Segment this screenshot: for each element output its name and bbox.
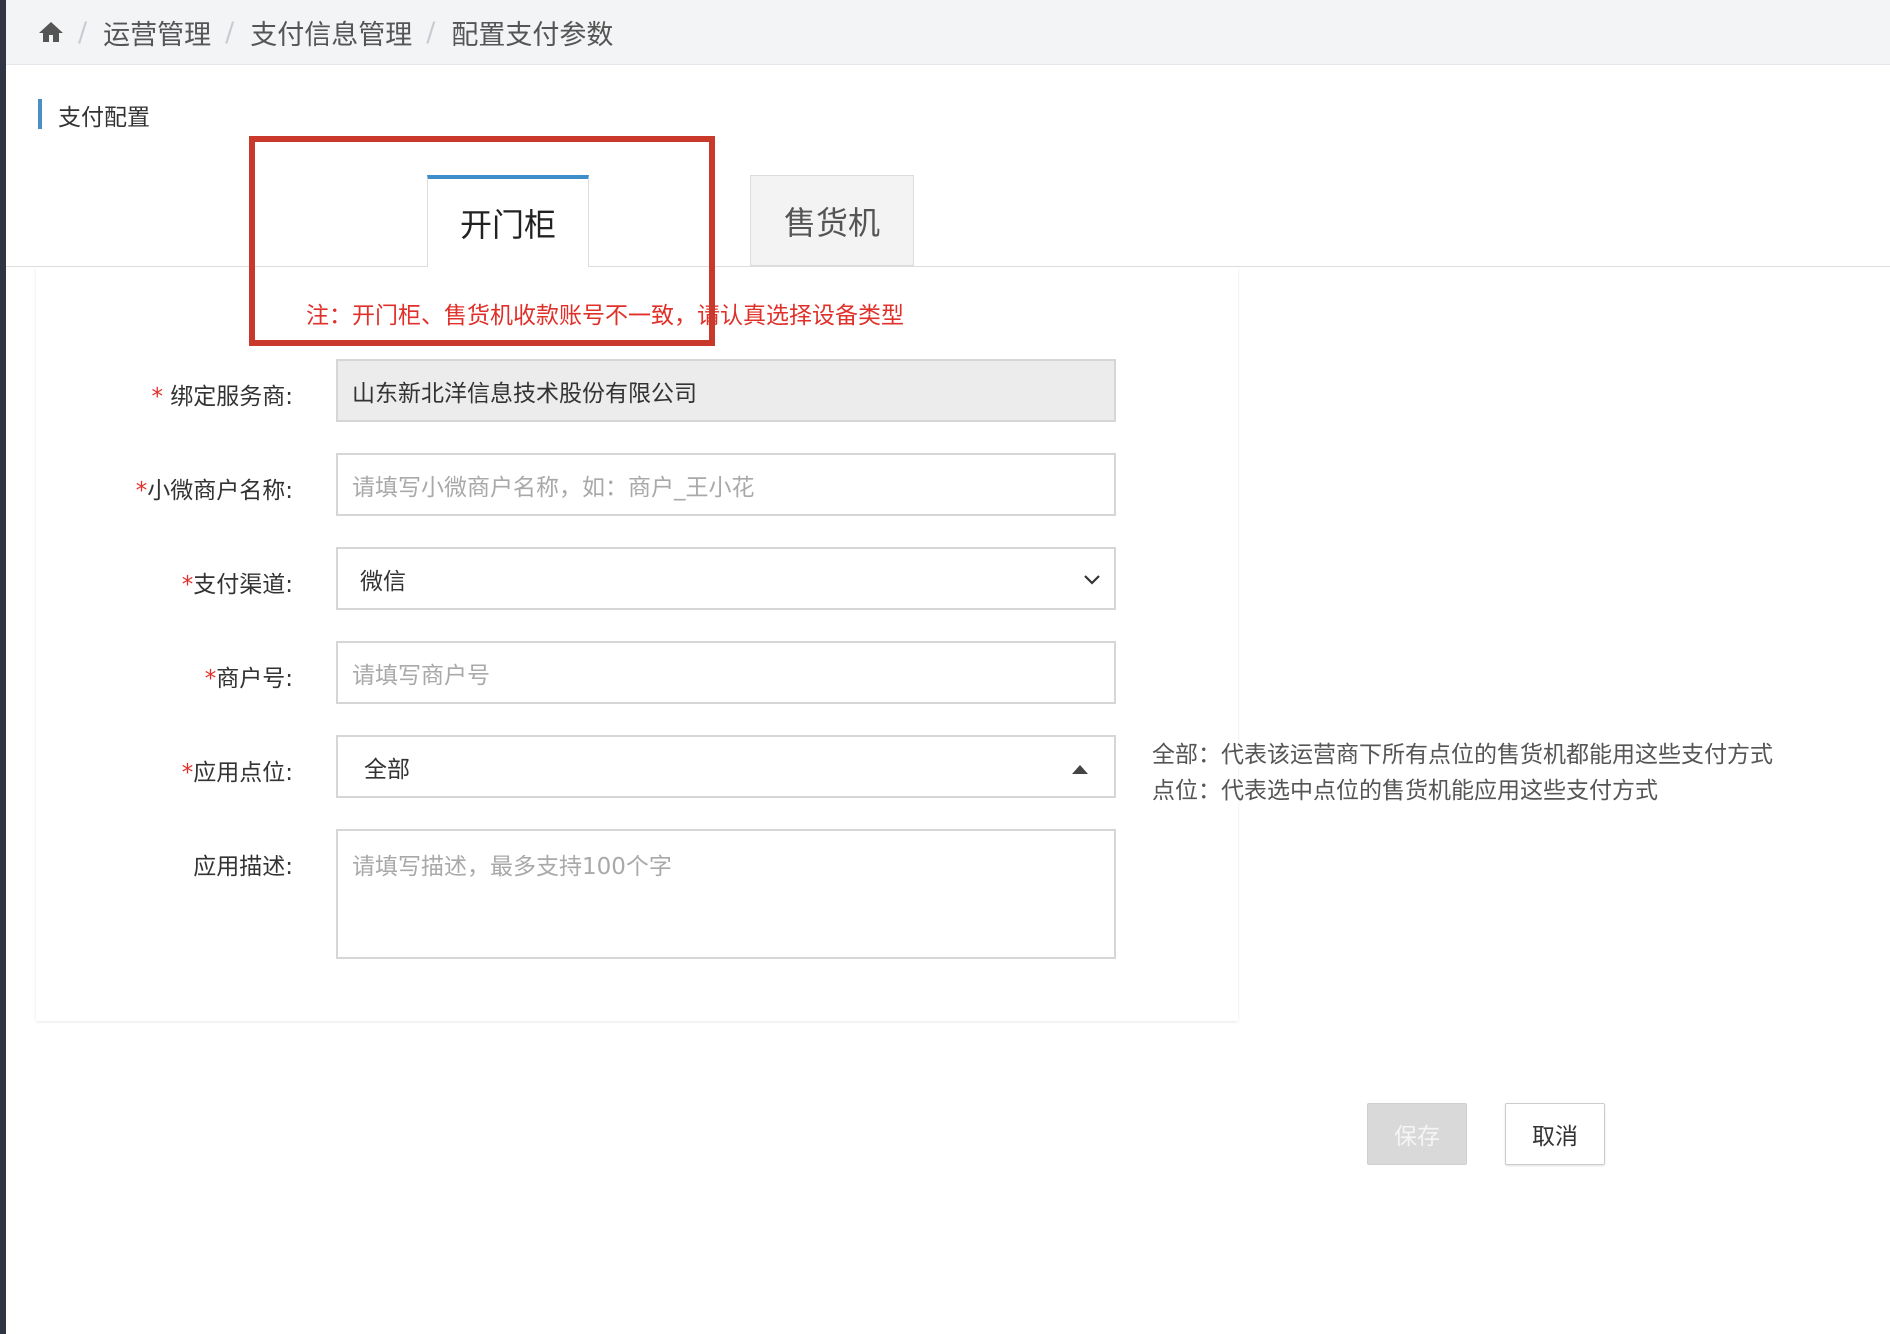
breadcrumb-item-operations[interactable]: 运营管理 <box>103 13 211 52</box>
cancel-button[interactable]: 取消 <box>1505 1103 1605 1165</box>
merchant-no-label-text: 商户号: <box>216 666 293 692</box>
caret-up-icon <box>1072 765 1088 774</box>
pay-channel-label: *支付渠道: <box>182 565 293 599</box>
save-button[interactable]: 保存 <box>1367 1103 1467 1165</box>
breadcrumb-item-config-params: 配置支付参数 <box>451 19 614 51</box>
apply-point-label-text: 应用点位: <box>193 760 293 786</box>
pay-channel-label-text: 支付渠道: <box>193 572 293 598</box>
pay-channel-select[interactable]: 微信 <box>336 547 1116 610</box>
apply-point-value: 全部 <box>364 756 410 783</box>
breadcrumb-separator: / <box>426 16 436 48</box>
apply-point-hint-point: 点位：代表选中点位的售货机能应用这些支付方式 <box>1152 778 1658 804</box>
merchant-name-input[interactable]: 请填写小微商户名称，如：商户_王小花 <box>336 453 1116 516</box>
apply-point-hint-all: 全部：代表该运营商下所有点位的售货机都能用这些支付方式 <box>1152 742 1773 768</box>
breadcrumb-item-payment-info[interactable]: 支付信息管理 <box>250 13 412 52</box>
description-textarea[interactable]: 请填写描述，最多支持100个字 <box>336 829 1116 959</box>
window-left-edge <box>0 0 6 1334</box>
description-placeholder: 请填写描述，最多支持100个字 <box>352 854 672 880</box>
breadcrumb-separator: / <box>78 16 88 48</box>
service-provider-label: * 绑定服务商: <box>151 377 293 411</box>
merchant-no-input[interactable]: 请填写商户号 <box>336 641 1116 704</box>
merchant-no-label: *商户号: <box>205 659 293 693</box>
merchant-name-label-text: 小微商户名称: <box>147 478 293 504</box>
merchant-name-label: *小微商户名称: <box>136 471 293 505</box>
breadcrumb-separator: / <box>225 16 235 48</box>
apply-point-select[interactable]: 全部 <box>336 735 1116 798</box>
breadcrumb: / 运营管理 / 支付信息管理 / 配置支付参数 <box>6 0 1890 65</box>
highlight-box <box>249 136 715 346</box>
section-accent-bar <box>38 99 42 129</box>
service-provider-label-text: 绑定服务商: <box>170 384 293 410</box>
pay-channel-value: 微信 <box>360 568 406 595</box>
merchant-no-placeholder: 请填写商户号 <box>352 662 490 689</box>
chevron-down-icon <box>1084 575 1100 585</box>
service-provider-field: 山东新北洋信息技术股份有限公司 <box>336 359 1116 422</box>
required-mark: * <box>204 666 217 692</box>
required-mark: * <box>181 760 194 786</box>
required-mark: * <box>181 572 194 598</box>
required-mark: * <box>135 478 148 504</box>
home-icon[interactable] <box>38 20 64 44</box>
description-label: 应用描述: <box>193 854 293 880</box>
apply-point-label: *应用点位: <box>182 753 293 787</box>
service-provider-value: 山东新北洋信息技术股份有限公司 <box>352 380 697 407</box>
merchant-name-placeholder: 请填写小微商户名称，如：商户_王小花 <box>352 474 755 501</box>
section-title: 支付配置 <box>58 105 150 131</box>
required-mark: * <box>151 384 163 410</box>
tab-vending-machine[interactable]: 售货机 <box>750 175 914 266</box>
